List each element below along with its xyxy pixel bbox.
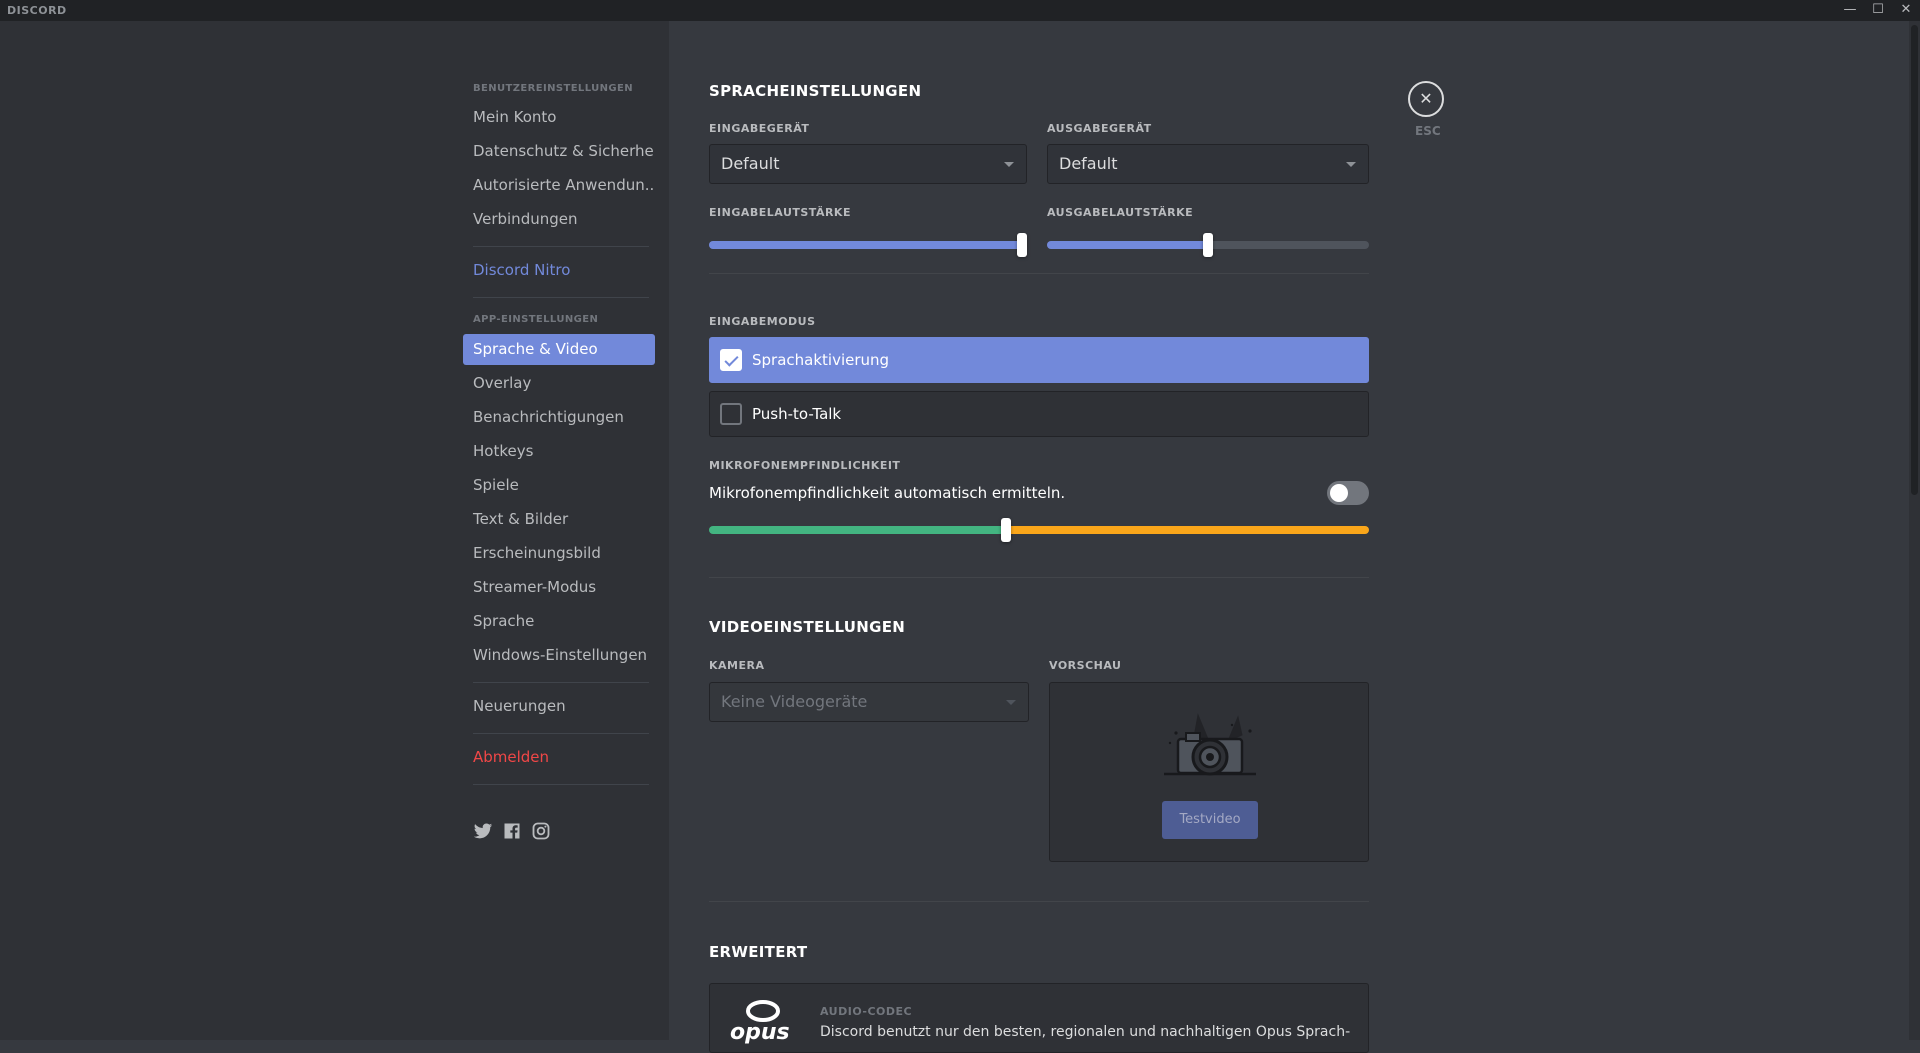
audio-codec-label: AUDIO-CODEC xyxy=(820,1005,913,1018)
audio-codec-description: Discord benutzt nur den besten, regional… xyxy=(820,1024,1351,1040)
minimize-button[interactable]: — xyxy=(1836,0,1864,21)
sidebar-separator xyxy=(473,297,649,298)
video-preview: Testvideo xyxy=(1049,682,1369,862)
mic-sensitivity-bar[interactable] xyxy=(709,526,1369,534)
chevron-down-icon xyxy=(1346,162,1356,167)
output-volume-handle[interactable] xyxy=(1203,233,1213,257)
esc-hint: ESC xyxy=(1415,124,1441,138)
auto-sensitivity-text: Mikrofonempfindlichkeit automatisch ermi… xyxy=(709,484,1066,502)
sidebar-item-keybinds[interactable]: Hotkeys xyxy=(463,436,655,467)
camera-label: KAMERA xyxy=(709,659,765,672)
input-volume-label: EINGABELAUTSTÄRKE xyxy=(709,206,851,219)
mode-push-to-talk[interactable]: Push-to-Talk xyxy=(709,391,1369,437)
sidebar-item-my-account[interactable]: Mein Konto xyxy=(463,102,655,133)
sidebar-item-changelog[interactable]: Neuerungen xyxy=(463,691,655,722)
sidebar-item-privacy-safety[interactable]: Datenschutz & Sicherheit xyxy=(463,136,655,167)
output-volume-fill xyxy=(1047,241,1208,249)
social-links xyxy=(473,821,551,841)
camera-illustration-icon xyxy=(1164,713,1256,776)
toggle-knob xyxy=(1330,484,1348,502)
output-volume-slider[interactable] xyxy=(1047,233,1369,257)
discord-logo: DISCORD xyxy=(7,4,67,17)
output-device-select[interactable]: Default xyxy=(1047,144,1369,184)
advanced-title: ERWEITERT xyxy=(709,943,808,961)
mic-sensitivity-label: MIKROFONEMPFINDLICHKEIT xyxy=(709,459,901,472)
section-divider xyxy=(709,901,1369,902)
sidebar-item-notifications[interactable]: Benachrichtigungen xyxy=(463,402,655,433)
checkbox-empty-icon xyxy=(720,403,742,425)
checkbox-checked-icon xyxy=(720,349,742,371)
input-mode-label: EINGABEMODUS xyxy=(709,315,816,328)
video-settings-title: VIDEOEINSTELLUNGEN xyxy=(709,618,906,636)
audio-codec-card: opus AUDIO-CODEC Discord benutzt nur den… xyxy=(709,983,1369,1053)
mic-sensitivity-handle[interactable] xyxy=(1001,518,1011,542)
opus-logo-text: opus xyxy=(730,1020,790,1045)
camera-select[interactable]: Keine Videogeräte xyxy=(709,682,1029,722)
twitter-icon[interactable] xyxy=(473,821,493,841)
scrollbar-thumb[interactable] xyxy=(1911,25,1918,495)
output-device-value: Default xyxy=(1059,154,1118,173)
input-volume-slider[interactable] xyxy=(709,233,1027,257)
sidebar-item-logout[interactable]: Abmelden xyxy=(463,742,655,773)
facebook-icon[interactable] xyxy=(502,821,522,841)
sidebar-separator xyxy=(473,682,649,683)
input-volume-fill xyxy=(709,241,1027,249)
output-device-label: AUSGABEGERÄT xyxy=(1047,122,1152,135)
sidebar-item-overlay[interactable]: Overlay xyxy=(463,368,655,399)
section-divider xyxy=(709,273,1369,274)
sidebar-item-nitro[interactable]: Discord Nitro xyxy=(463,255,655,286)
voice-settings-title: SPRACHEINSTELLUNGEN xyxy=(709,82,922,100)
mode-voice-activity-label: Sprachaktivierung xyxy=(752,351,890,369)
sidebar-item-language[interactable]: Sprache xyxy=(463,606,655,637)
settings-content: SPRACHEINSTELLUNGEN EINGABEGERÄT Default… xyxy=(669,21,1909,1053)
input-device-label: EINGABEGERÄT xyxy=(709,122,810,135)
mode-voice-activity[interactable]: Sprachaktivierung xyxy=(709,337,1369,383)
sidebar-header-app-settings: APP-EINSTELLUNGEN xyxy=(473,314,599,325)
close-settings-button[interactable]: ✕ xyxy=(1408,81,1444,117)
sidebar-header-user-settings: BENUTZEREINSTELLUNGEN xyxy=(473,83,634,94)
preview-label: VORSCHAU xyxy=(1049,659,1122,672)
sidebar-separator xyxy=(473,784,649,785)
sidebar-separator xyxy=(473,246,649,247)
sidebar-item-windows-settings[interactable]: Windows-Einstellungen xyxy=(463,640,655,671)
chevron-down-icon xyxy=(1004,162,1014,167)
sidebar-item-authorized-apps[interactable]: Autorisierte Anwendun... xyxy=(463,170,655,201)
sidebar-item-streamer-mode[interactable]: Streamer-Modus xyxy=(463,572,655,603)
window-titlebar: DISCORD — ☐ ✕ xyxy=(0,0,1920,21)
sidebar-item-text-images[interactable]: Text & Bilder xyxy=(463,504,655,535)
opus-logo: opus xyxy=(724,1000,804,1048)
content-scrollbar[interactable] xyxy=(1909,21,1920,1040)
section-divider xyxy=(709,577,1369,578)
input-device-select[interactable]: Default xyxy=(709,144,1027,184)
close-icon: ✕ xyxy=(1419,89,1433,108)
window-close-button[interactable]: ✕ xyxy=(1892,0,1920,21)
sidebar-item-games[interactable]: Spiele xyxy=(463,470,655,501)
camera-value: Keine Videogeräte xyxy=(721,692,868,711)
mode-push-to-talk-label: Push-to-Talk xyxy=(752,405,842,423)
input-device-value: Default xyxy=(721,154,780,173)
opus-logo-icon xyxy=(746,1000,780,1022)
sidebar-separator xyxy=(473,733,649,734)
sidebar-item-connections[interactable]: Verbindungen xyxy=(463,204,655,235)
sidebar-item-voice-video[interactable]: Sprache & Video xyxy=(463,334,655,365)
test-video-button[interactable]: Testvideo xyxy=(1162,801,1258,839)
chevron-down-icon xyxy=(1006,700,1016,705)
input-volume-handle[interactable] xyxy=(1017,233,1027,257)
output-volume-label: AUSGABELAUTSTÄRKE xyxy=(1047,206,1194,219)
instagram-icon[interactable] xyxy=(531,821,551,841)
maximize-button[interactable]: ☐ xyxy=(1864,0,1892,21)
sidebar-item-appearance[interactable]: Erscheinungsbild xyxy=(463,538,655,569)
auto-sensitivity-toggle[interactable] xyxy=(1327,481,1369,505)
